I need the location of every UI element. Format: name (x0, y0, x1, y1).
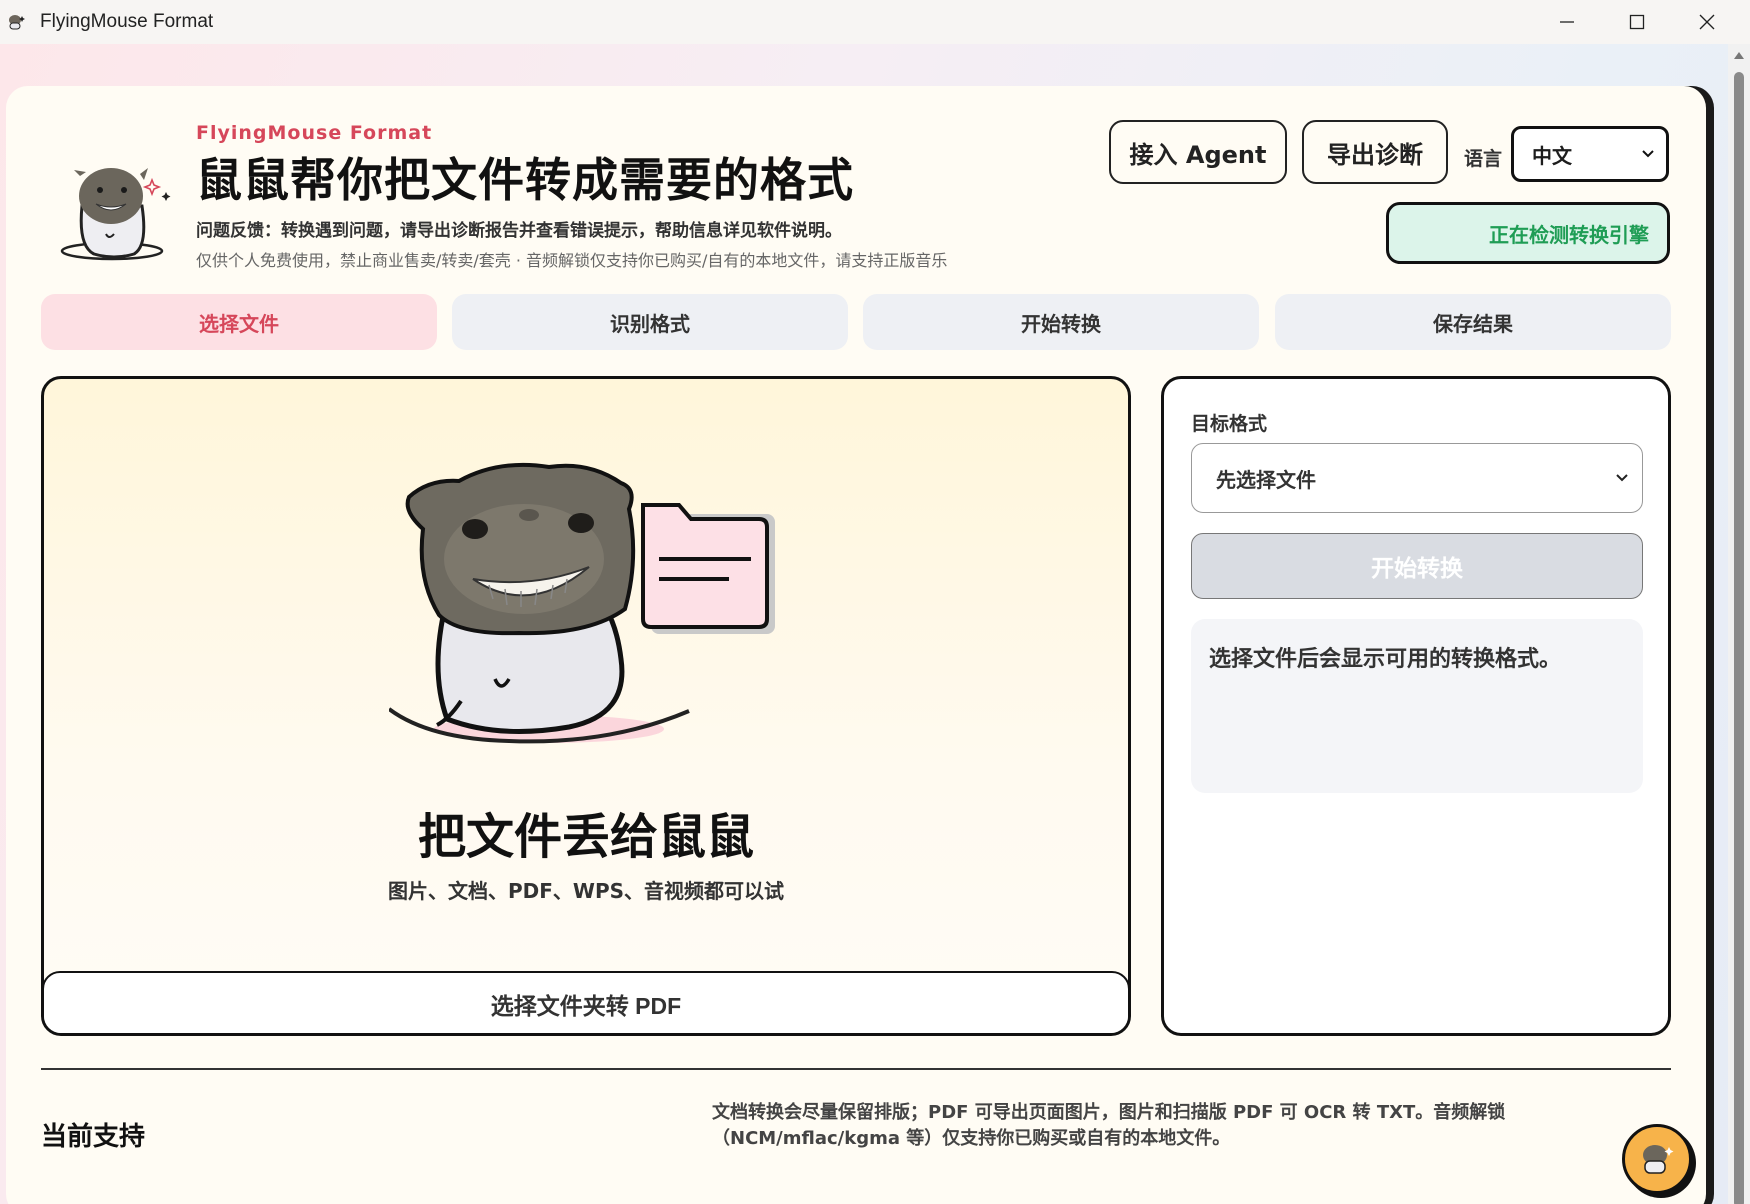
tab-start-convert[interactable]: 开始转换 (863, 294, 1259, 350)
support-title: 当前支持 (41, 1122, 146, 1152)
page-title: 鼠鼠帮你把文件转成需要的格式 (196, 153, 854, 207)
scrollbar[interactable] (1728, 44, 1750, 1204)
close-button[interactable] (1672, 0, 1742, 44)
maximize-icon (1629, 14, 1645, 30)
step-tabs: 选择文件 识别格式 开始转换 保存结果 (41, 294, 1671, 350)
tab-select-file[interactable]: 选择文件 (41, 294, 437, 350)
support-description: 文档转换会尽量保留排版；PDF 可导出页面图片，图片和扫描版 PDF 可 OCR… (712, 1102, 1506, 1149)
scroll-up-icon[interactable] (1733, 50, 1745, 60)
feedback-text: 问题反馈：转换遇到问题，请导出诊断报告并查看错误提示，帮助信息详见软件说明。 (196, 221, 842, 241)
engine-status-badge: 正在检测转换引擎 (1386, 202, 1670, 264)
mascot-icon (60, 168, 171, 261)
divider (41, 1068, 1671, 1070)
language-value: 中文 (1532, 143, 1572, 168)
export-diagnostics-button[interactable]: 导出诊断 (1302, 120, 1448, 184)
folder-to-pdf-button[interactable]: 选择文件夹转 PDF (44, 971, 1128, 1033)
start-convert-button[interactable]: 开始转换 (1191, 533, 1643, 599)
window-title: FlyingMouse Format (40, 11, 214, 32)
chevron-down-icon (1616, 474, 1628, 482)
drop-subtitle: 图片、文档、PDF、WPS、音视频都可以试 (387, 879, 785, 903)
conversion-panel: 目标格式 先选择文件 开始转换 选择文件后会显示可用的转换格式。 (1161, 376, 1671, 1036)
brand-name: FlyingMouse Format (196, 122, 433, 144)
file-drop-zone[interactable]: 把文件丢给鼠鼠 图片、文档、PDF、WPS、音视频都可以试 选择文件夹转 PDF (41, 376, 1131, 1036)
target-format-select[interactable]: 先选择文件 (1191, 443, 1643, 513)
title-bar: FlyingMouse Format (0, 0, 1750, 44)
format-hint: 选择文件后会显示可用的转换格式。 (1191, 619, 1643, 793)
language-select[interactable]: 中文 (1511, 126, 1669, 182)
close-icon (1699, 14, 1715, 30)
chevron-down-icon (1642, 150, 1654, 158)
drop-title: 把文件丢给鼠鼠 (417, 809, 754, 865)
tab-save-result[interactable]: 保存结果 (1275, 294, 1671, 350)
agent-button[interactable]: 接入 Agent (1109, 120, 1287, 184)
language-label: 语言 (1464, 148, 1503, 170)
folder-icon (641, 503, 775, 634)
tab-detect-format[interactable]: 识别格式 (452, 294, 848, 350)
minimize-icon (1560, 21, 1574, 23)
maximize-button[interactable] (1602, 0, 1672, 44)
app-icon (9, 15, 25, 30)
help-mascot-button[interactable] (1622, 1124, 1692, 1194)
mascot-icon (1643, 1145, 1674, 1174)
sparkle-icon (142, 177, 162, 197)
main-card: FlyingMouse Format 鼠鼠帮你把文件转成需要的格式 问题反馈：转… (6, 86, 1706, 1204)
usage-notice: 仅供个人免费使用，禁止商业售卖/转卖/套壳 · 音频解锁仅支持你已购买/自有的本… (196, 251, 948, 270)
target-format-value: 先选择文件 (1216, 467, 1316, 492)
scrollbar-thumb[interactable] (1734, 72, 1744, 1204)
target-format-label: 目标格式 (1191, 413, 1268, 435)
mascot-illustration (389, 462, 775, 744)
minimize-button[interactable] (1532, 0, 1602, 44)
